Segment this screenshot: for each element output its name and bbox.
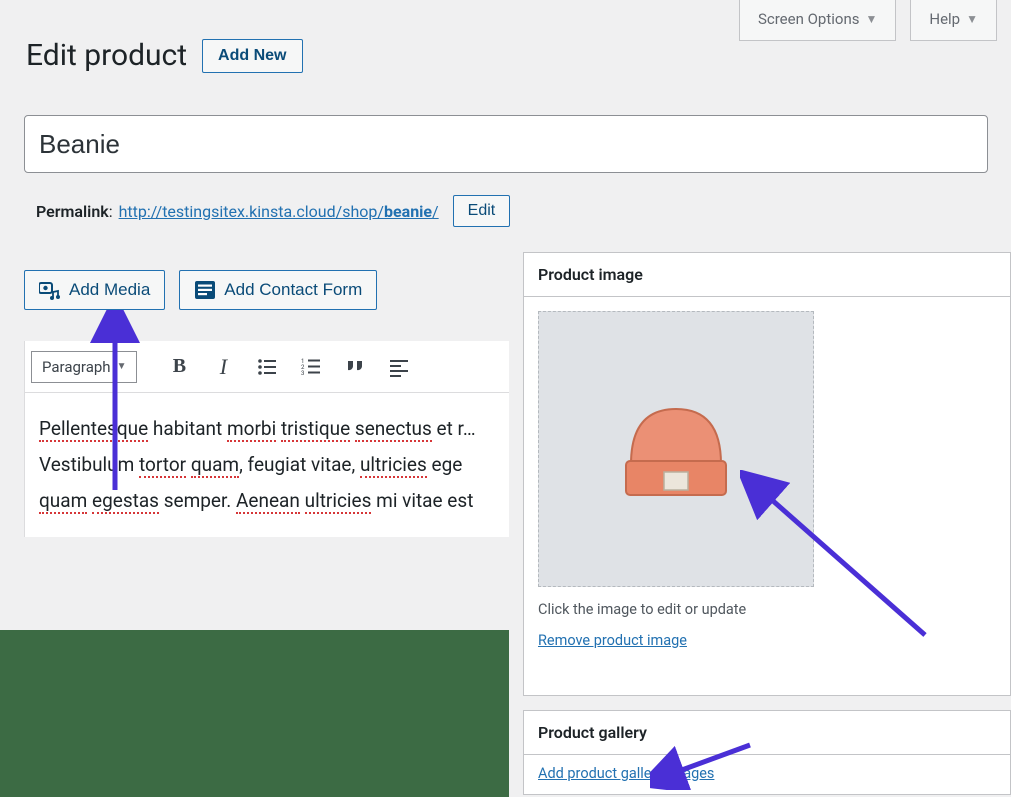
permalink-base: http://testingsitex.kinsta.cloud/shop/ (119, 202, 384, 221)
add-media-button[interactable]: Add Media (24, 270, 165, 310)
bullet-list-button[interactable] (247, 347, 287, 387)
camera-music-icon (39, 280, 61, 300)
bold-button[interactable]: B (159, 347, 199, 387)
product-image-panel: Product image Click the image to edit or… (523, 252, 1011, 696)
page-title: Edit product (26, 38, 187, 73)
add-media-label: Add Media (69, 280, 150, 300)
add-contact-form-label: Add Contact Form (224, 280, 362, 300)
permalink-label: Permalink (36, 202, 109, 221)
list-ul-icon (257, 357, 277, 377)
screen-options-tab[interactable]: Screen Options ▼ (739, 0, 896, 41)
product-image-thumbnail[interactable] (538, 311, 814, 587)
align-left-button[interactable] (379, 347, 419, 387)
decorative-block (0, 630, 509, 797)
italic-button[interactable]: I (203, 347, 243, 387)
chevron-down-icon: ▼ (117, 361, 127, 372)
edit-permalink-button[interactable]: Edit (453, 195, 511, 227)
svg-text:3: 3 (301, 370, 304, 377)
editor-toolbar: Paragraph ▼ B I 123 (24, 341, 509, 393)
product-image-caption: Click the image to edit or update (538, 601, 996, 618)
blockquote-button[interactable] (335, 347, 375, 387)
chevron-down-icon: ▼ (865, 12, 877, 26)
add-contact-form-button[interactable]: Add Contact Form (179, 270, 377, 310)
remove-product-image-link[interactable]: Remove product image (538, 632, 687, 649)
product-image-title: Product image (524, 253, 1010, 297)
form-icon (194, 280, 216, 300)
beanie-icon (606, 379, 746, 519)
chevron-down-icon: ▼ (966, 12, 978, 26)
permalink-slug: beanie (384, 202, 432, 221)
help-tab[interactable]: Help ▼ (910, 0, 997, 41)
align-left-icon (389, 357, 409, 377)
format-label: Paragraph (42, 358, 111, 376)
list-ol-icon: 123 (301, 357, 321, 377)
editor-content[interactable]: Pellentesque habitant morbi tristique se… (24, 393, 509, 537)
add-new-button[interactable]: Add New (202, 39, 302, 73)
product-gallery-panel: Product gallery Add product gallery imag… (523, 710, 1011, 795)
permalink-row: Permalink: http://testingsitex.kinsta.cl… (36, 195, 510, 227)
add-gallery-images-link[interactable]: Add product gallery images (538, 765, 714, 782)
permalink-link[interactable]: http://testingsitex.kinsta.cloud/shop/be… (119, 202, 439, 221)
product-title-input[interactable] (24, 115, 988, 173)
product-gallery-title: Product gallery (524, 711, 1010, 755)
help-label: Help (929, 10, 960, 28)
format-select[interactable]: Paragraph ▼ (31, 351, 137, 383)
screen-options-label: Screen Options (758, 10, 860, 28)
numbered-list-button[interactable]: 123 (291, 347, 331, 387)
quote-icon (345, 357, 365, 377)
